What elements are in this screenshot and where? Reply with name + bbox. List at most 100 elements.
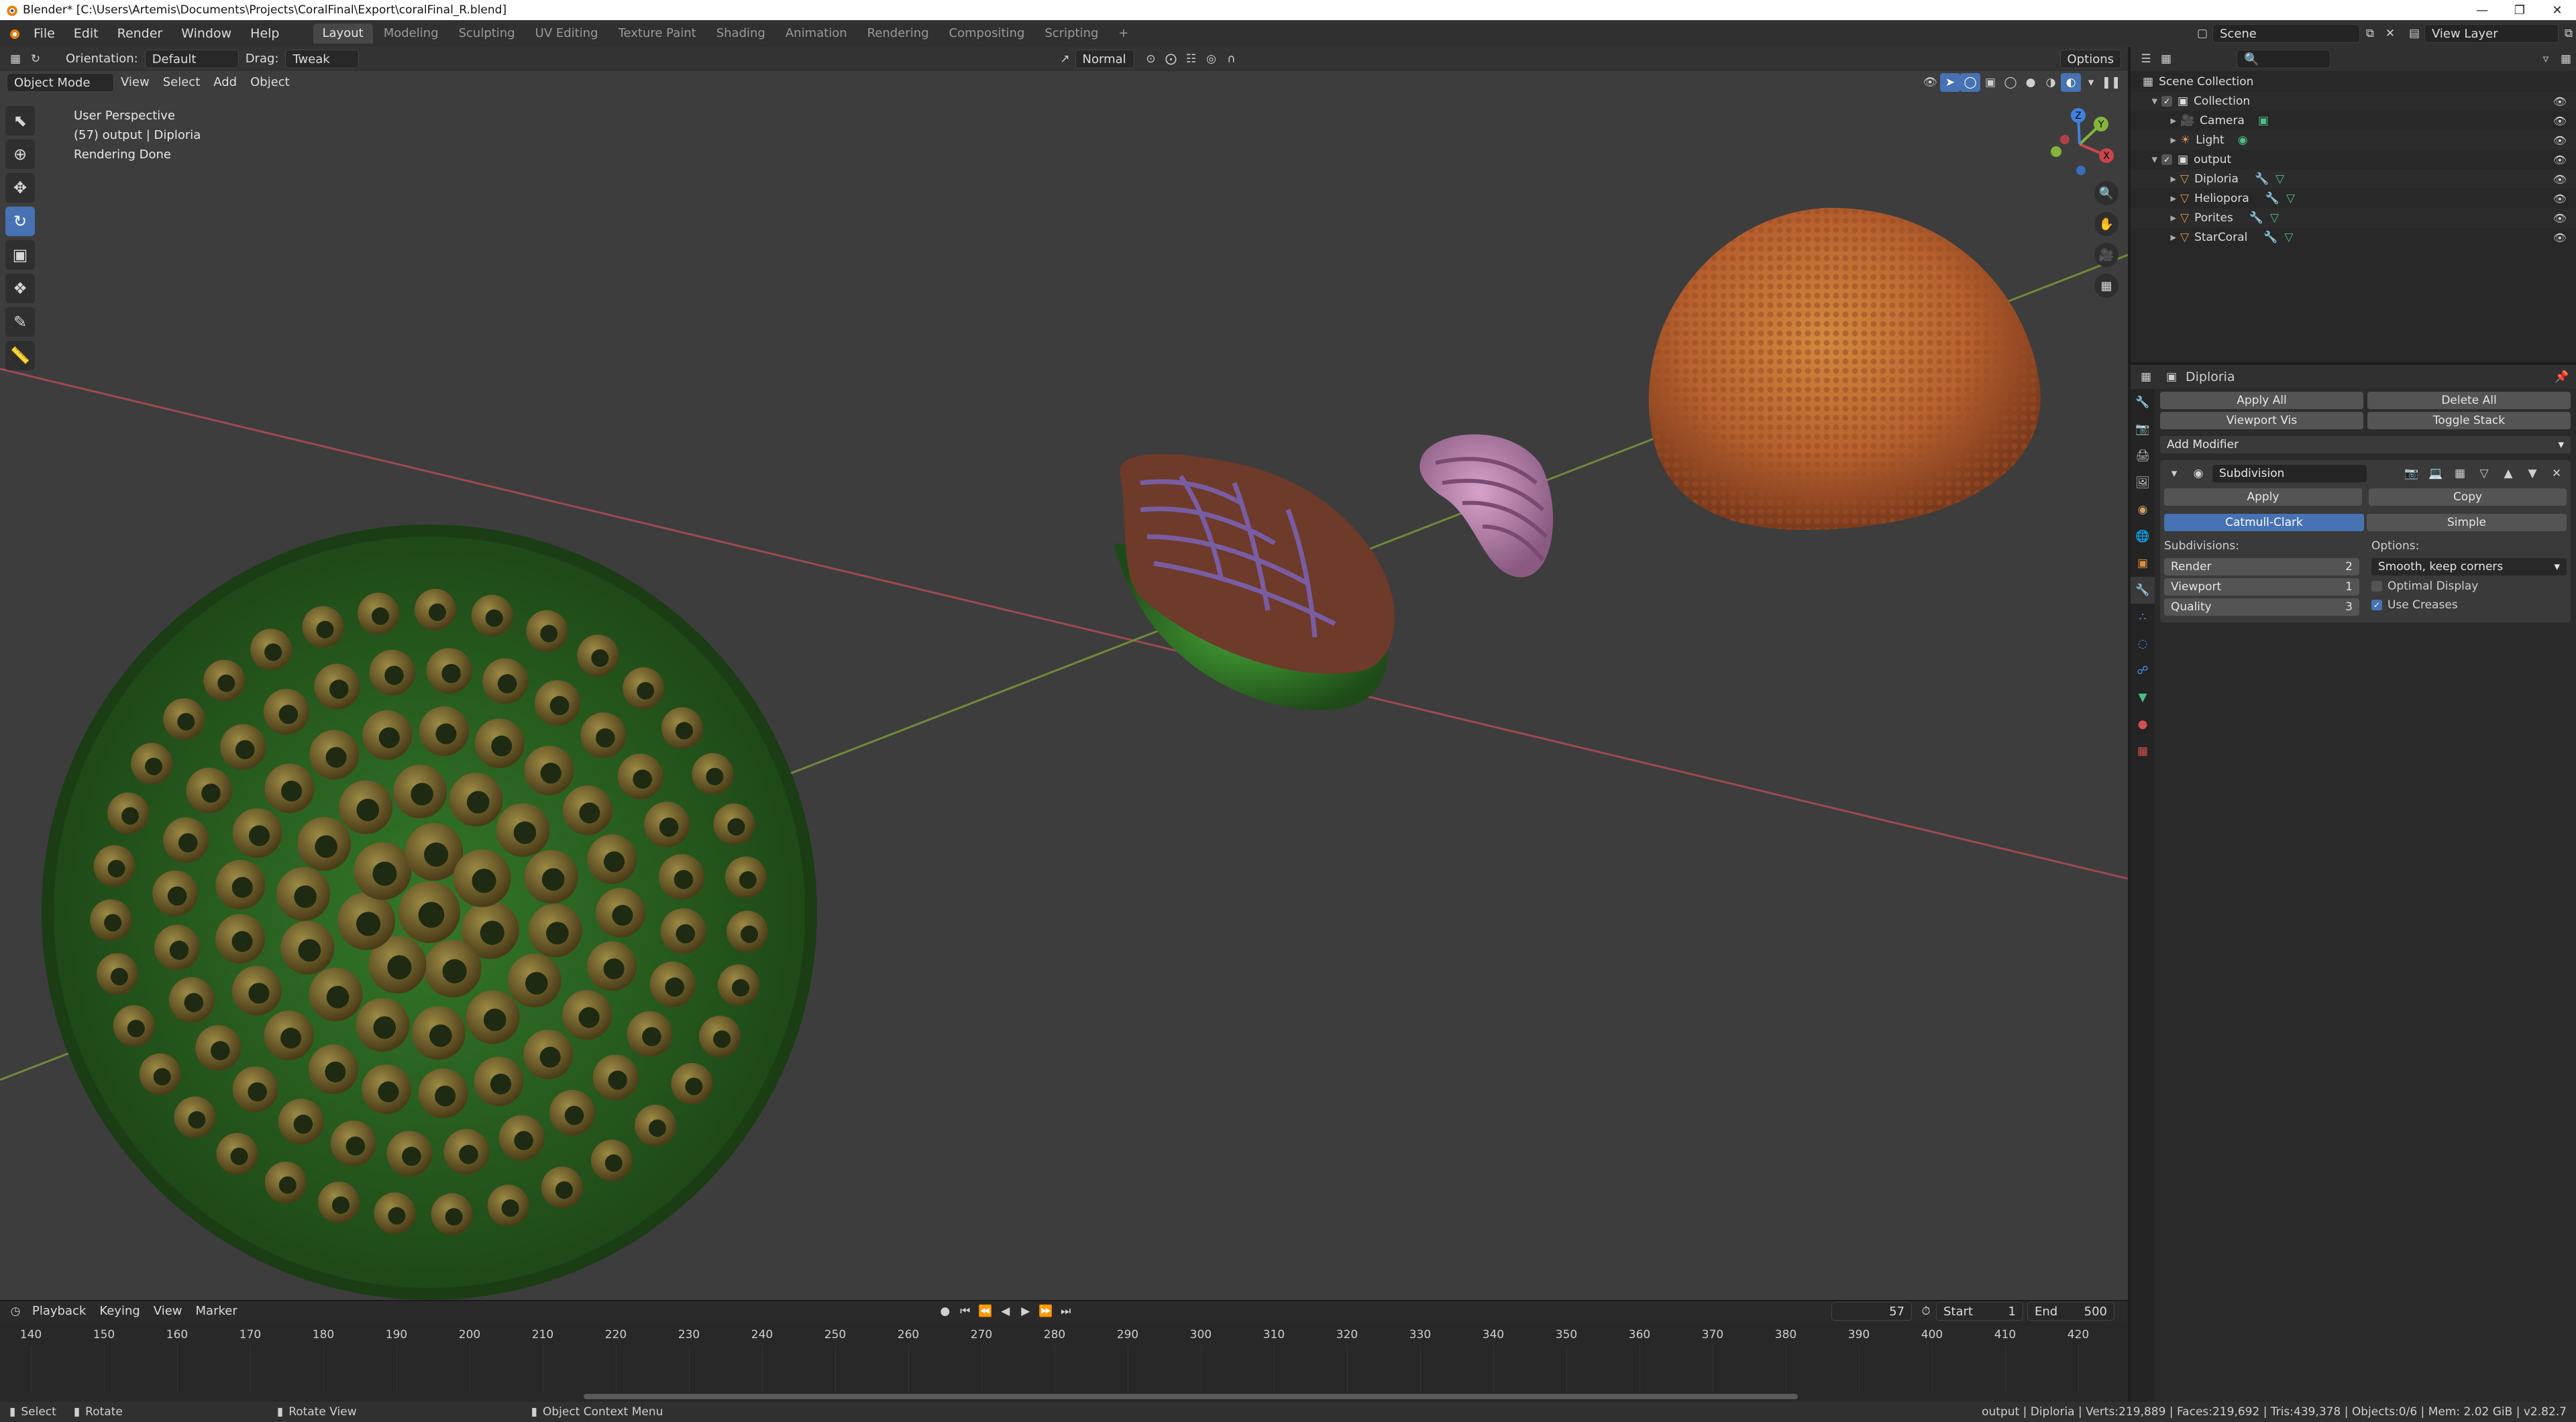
rotate-tool-icon[interactable]: ↻ <box>5 207 35 236</box>
xray-icon[interactable]: ▣ <box>1980 73 2000 92</box>
menu-help[interactable]: Help <box>241 20 288 47</box>
editor-type-icon[interactable]: ▦ <box>5 50 25 68</box>
heliopora-object[interactable] <box>1419 434 1554 578</box>
orientation-select[interactable]: Default <box>144 50 239 68</box>
pivot-select[interactable]: Normal <box>1075 50 1134 68</box>
world-tab-icon[interactable]: 🌐 <box>2131 523 2155 550</box>
zoom-view-icon[interactable]: 🔍 <box>2094 181 2118 205</box>
timeline-editor-type-icon[interactable]: ◷ <box>5 1302 25 1321</box>
render-tab-icon[interactable]: 📷 <box>2131 416 2155 443</box>
outliner-row-diploria[interactable]: ▸ ▽ Diploria 🔧 ▽ 👁 <box>2131 170 2576 188</box>
drag-select[interactable]: Tweak <box>285 50 360 68</box>
use-creases-checkbox[interactable]: ✓ <box>2371 600 2382 610</box>
tab-layout[interactable]: Layout <box>313 23 373 44</box>
jump-end-icon[interactable]: ⏭ <box>1056 1302 1076 1321</box>
outliner-row-light[interactable]: ▸ ☀ Light ◉ 👁 <box>2131 131 2576 150</box>
outliner-row-scene-collection[interactable]: ▦ Scene Collection <box>2131 72 2576 91</box>
wireframe-shading-icon[interactable]: ◯ <box>2000 73 2021 92</box>
scene-tab-icon[interactable]: ◉ <box>2131 496 2155 523</box>
tab-sculpting[interactable]: Sculpting <box>449 23 525 44</box>
material-shading-icon[interactable]: ◑ <box>2041 73 2061 92</box>
visibility-eye-icon[interactable]: 👁 <box>2553 95 2567 108</box>
light-data-icon[interactable]: ◉ <box>2238 133 2248 147</box>
tab-uv-editing[interactable]: UV Editing <box>526 23 608 44</box>
gizmo-y-label[interactable]: Y <box>2098 119 2104 130</box>
timeline-track-area[interactable] <box>0 1346 2128 1399</box>
jump-keyframe-back-icon[interactable]: ⏪ <box>975 1302 996 1321</box>
current-frame-field[interactable]: 57 <box>1831 1302 1912 1321</box>
add-modifier-dropdown[interactable]: Add Modifier ▾ <box>2160 436 2571 453</box>
outliner-row-porites[interactable]: ▸ ▽ Porites 🔧 ▽ 👁 <box>2131 209 2576 227</box>
measure-tool-icon[interactable]: 📏 <box>5 341 35 370</box>
jump-keyframe-forward-icon[interactable]: ⏩ <box>1036 1302 1056 1321</box>
uv-smooth-dropdown[interactable]: Smooth, keep corners ▾ <box>2371 558 2567 576</box>
playback-menu[interactable]: Playback <box>25 1302 93 1321</box>
mesh-data-icon[interactable]: ▽ <box>2275 172 2284 186</box>
blender-menu-icon[interactable] <box>4 24 24 43</box>
visibility-eye-icon[interactable]: 👁 <box>2553 154 2567 166</box>
modifier-name-field[interactable]: Subdivision <box>2212 465 2367 482</box>
falloff-icon[interactable]: ∩ <box>1222 50 1242 68</box>
visibility-eye-icon[interactable]: 👁 <box>2553 193 2567 205</box>
expand-arrow-icon[interactable]: ▸ <box>2131 172 2180 186</box>
show-viewport-icon[interactable]: 💻 <box>2426 464 2446 483</box>
marker-menu[interactable]: Marker <box>189 1302 244 1321</box>
tab-compositing[interactable]: Compositing <box>940 23 1034 44</box>
modifier-icon[interactable]: 🔧 <box>2255 172 2269 186</box>
global-orientation-icon[interactable]: ↗ <box>1055 50 1075 68</box>
diploria-object[interactable] <box>1114 453 1395 710</box>
3d-viewport[interactable]: ▦ ↻ Orientation: Default Drag: Tweak ↗ N… <box>0 47 2128 1300</box>
end-frame-field[interactable]: End 500 <box>2027 1302 2114 1321</box>
menu-edit[interactable]: Edit <box>64 20 108 47</box>
outliner-editor-type-icon[interactable]: ☰ <box>2136 50 2156 68</box>
outliner-panel[interactable]: ☰ ▦ 🔍 ▿ ▦ ▦ Scene Collection ▾ ✓ ▣ Collection… <box>2131 47 2576 362</box>
view-menu[interactable]: View <box>114 73 156 92</box>
output-tab-icon[interactable]: 🖨 <box>2131 443 2155 470</box>
menu-render[interactable]: Render <box>108 20 172 47</box>
camera-data-icon[interactable]: ▣ <box>2258 114 2269 127</box>
select-menu[interactable]: Select <box>156 73 207 92</box>
physics-tab-icon[interactable]: ◌ <box>2131 631 2155 657</box>
new-scene-icon[interactable]: ⧉ <box>2360 24 2380 43</box>
solid-shading-icon[interactable]: ● <box>2021 73 2041 92</box>
visibility-eye-icon[interactable]: 👁 <box>2553 115 2567 127</box>
view-layer-tab-icon[interactable]: 🖼 <box>2131 470 2155 496</box>
viewport-vis-button[interactable]: Viewport Vis <box>2160 412 2363 429</box>
minimize-icon[interactable]: — <box>2463 0 2501 20</box>
annotate-tool-icon[interactable]: ✎ <box>5 307 35 337</box>
tab-modeling[interactable]: Modeling <box>374 23 448 44</box>
keying-menu[interactable]: Keying <box>93 1302 146 1321</box>
snap-icon[interactable]: ⨀ <box>1161 50 1181 68</box>
maximize-icon[interactable]: ❐ <box>2501 0 2538 20</box>
rendered-shading-icon[interactable]: ◐ <box>2061 73 2081 92</box>
outliner-row-collection[interactable]: ▾ ✓ ▣ Collection 👁 <box>2131 92 2576 111</box>
transform-tool-icon[interactable]: ❖ <box>5 274 35 303</box>
close-icon[interactable]: ✕ <box>2538 0 2576 20</box>
timeline-ruler[interactable]: 140 150 160 170 180 190 200 210 220 230 240 250 260 2… <box>0 1325 2128 1346</box>
properties-editor-type-icon[interactable]: ▦ <box>2136 368 2156 386</box>
catmull-clark-button[interactable]: Catmull-Clark <box>2164 514 2364 531</box>
expand-arrow-icon[interactable]: ▸ <box>2131 231 2180 244</box>
ortho-toggle-icon[interactable]: ▦ <box>2094 274 2118 298</box>
menu-window[interactable]: Window <box>172 20 241 47</box>
outliner-row-output[interactable]: ▾ ✓ ▣ output 👁 <box>2131 150 2576 169</box>
collection-checkbox[interactable]: ✓ <box>2161 96 2172 107</box>
menu-file[interactable]: File <box>24 20 64 47</box>
tab-texture-paint[interactable]: Texture Paint <box>609 23 706 44</box>
tab-shading[interactable]: Shading <box>707 23 775 44</box>
shading-options-icon[interactable]: ▾ <box>2081 73 2101 92</box>
outliner-row-starcoral[interactable]: ▸ ▽ StarCoral 🔧 ▽ 👁 <box>2131 228 2576 247</box>
pivot-point-icon[interactable]: ⊙ <box>1141 50 1161 68</box>
modifier-icon[interactable]: 🔧 <box>2249 211 2263 225</box>
apply-modifier-button[interactable]: Apply <box>2164 488 2362 506</box>
cursor-tool-icon[interactable]: ⊕ <box>5 140 35 169</box>
pan-view-icon[interactable]: ✋ <box>2094 212 2118 236</box>
constraints-tab-icon[interactable]: ☍ <box>2131 657 2155 684</box>
new-collection-icon[interactable]: ▦ <box>2556 50 2576 68</box>
texture-tab-icon[interactable]: ▦ <box>2131 738 2155 765</box>
display-mode-icon[interactable]: ▦ <box>2156 50 2176 68</box>
outliner-row-camera[interactable]: ▸ 🎥 Camera ▣ 👁 <box>2131 111 2576 130</box>
visibility-eye-icon[interactable]: 👁 <box>2553 212 2567 225</box>
optimal-display-checkbox[interactable] <box>2371 581 2382 592</box>
outliner-search-input[interactable]: 🔍 <box>2237 50 2330 68</box>
